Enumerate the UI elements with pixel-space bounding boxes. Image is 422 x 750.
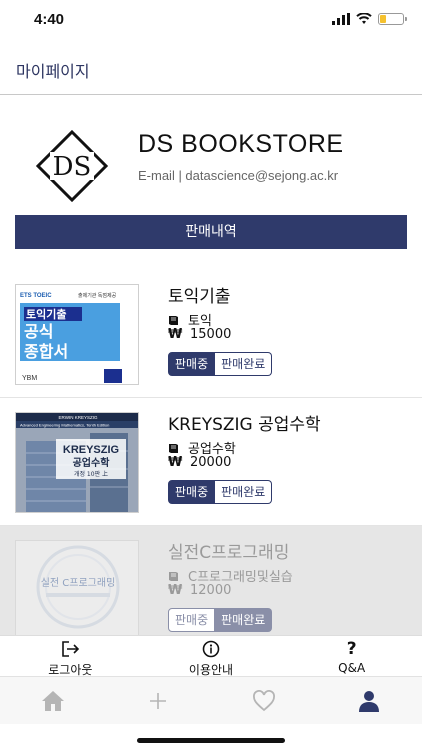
on-sale-button[interactable]: 판매중 [168, 608, 216, 632]
info-icon [202, 640, 220, 658]
cover-author: ERWIN KREYSZIG [59, 415, 98, 420]
nav-header: 마이페이지 [0, 40, 422, 95]
cover-edition: 개정 10판 上 [74, 470, 108, 478]
sales-history-tab[interactable]: 판매내역 [15, 215, 407, 249]
book-icon [169, 315, 178, 325]
sales-list: ETS TOEIC 출제기관 독점제공 토익기출 공식 종합서 YBM 토익기출… [0, 270, 422, 638]
won-icon: ₩ [168, 327, 183, 342]
cover-title-2: 공업수학 [73, 456, 111, 469]
won-icon: ₩ [168, 455, 183, 470]
book-price: ₩ 12000 [168, 583, 231, 598]
cover-publisher: YBM [22, 375, 37, 382]
status-time: 4:40 [34, 11, 65, 28]
sold-button[interactable]: 판매완료 [215, 608, 273, 632]
account-actions: 로그아웃 이용안내 ? Q&A [0, 635, 422, 677]
qna-label: Q&A [338, 661, 366, 675]
book-title: 실전C프로그래밍 [168, 543, 290, 563]
price-text: 20000 [190, 455, 232, 470]
plus-icon [150, 692, 167, 709]
list-item[interactable]: ETS TOEIC 출제기관 독점제공 토익기출 공식 종합서 YBM 토익기출… [0, 270, 422, 398]
book-title: KREYSZIG 공업수학 [168, 415, 321, 435]
sold-button[interactable]: 판매완료 [215, 352, 273, 376]
cover-brand: ETS TOEIC [20, 293, 52, 299]
on-sale-button[interactable]: 판매중 [168, 480, 216, 504]
store-logo: DS [36, 130, 108, 202]
cover-title-1: 토익기출 [26, 307, 66, 321]
list-item[interactable]: ERWIN KREYSZIG Advanced Engineering Math… [0, 398, 422, 526]
cover-title: 실전 C프로그래밍 [41, 577, 116, 589]
book-cover-image: ERWIN KREYSZIG Advanced Engineering Math… [15, 412, 139, 513]
cover-title-1: KREYSZIG [63, 444, 119, 456]
tab-favorites[interactable] [211, 689, 317, 712]
price-text: 15000 [190, 327, 232, 342]
book-price: ₩ 15000 [168, 327, 231, 342]
logout-button[interactable]: 로그아웃 [0, 636, 141, 677]
status-bar: 4:40 [0, 0, 422, 40]
store-email: E-mail | datascience@sejong.ac.kr [138, 168, 339, 183]
price-text: 12000 [190, 583, 232, 598]
sold-button[interactable]: 판매완료 [215, 480, 273, 504]
won-icon: ₩ [168, 583, 183, 598]
battery-icon [378, 13, 407, 25]
book-title: 토익기출 [168, 287, 231, 307]
page-title: 마이페이지 [16, 62, 90, 81]
tab-mypage[interactable] [317, 689, 422, 713]
qna-button[interactable]: ? Q&A [281, 636, 422, 675]
guide-button[interactable]: 이용안내 [141, 636, 282, 677]
status-toggle: 판매중 판매완료 [168, 608, 273, 632]
book-cover-image: 실전 C프로그래밍 [15, 540, 139, 637]
question-icon: ? [346, 639, 357, 659]
wifi-icon [356, 13, 372, 24]
signal-icon [332, 13, 350, 25]
person-icon [359, 690, 380, 712]
status-toggle: 판매중 판매완료 [168, 480, 273, 504]
status-icons [332, 13, 407, 25]
home-icon [41, 690, 64, 711]
store-profile: DS DS BOOKSTORE E-mail | datascience@sej… [0, 95, 422, 210]
cover-title-2: 공식 [24, 322, 53, 341]
book-icon [169, 571, 178, 581]
cover-title-3: 종합서 [24, 342, 68, 361]
status-toggle: 판매중 판매완료 [168, 352, 273, 376]
cover-tag: 출제기관 독점제공 [78, 292, 117, 299]
book-price: ₩ 20000 [168, 455, 231, 470]
tab-bar [0, 676, 422, 724]
list-item[interactable]: 실전 C프로그래밍 실전C프로그래밍 C프로그래밍및실습 ₩ 12000 판매중… [0, 526, 422, 638]
book-cover-image: ETS TOEIC 출제기관 독점제공 토익기출 공식 종합서 YBM [15, 284, 139, 385]
heart-icon [252, 689, 275, 711]
tab-add[interactable] [106, 691, 212, 711]
logo-text: DS [53, 152, 92, 182]
logout-icon [62, 641, 80, 657]
on-sale-button[interactable]: 판매중 [168, 352, 216, 376]
battery-level [380, 15, 386, 23]
home-indicator[interactable] [137, 738, 285, 743]
cover-subtitle: Advanced Engineering Mathematics, Tenth … [20, 423, 109, 428]
store-name: DS BOOKSTORE [138, 130, 344, 158]
book-icon [169, 443, 178, 453]
tab-home[interactable] [0, 690, 106, 712]
